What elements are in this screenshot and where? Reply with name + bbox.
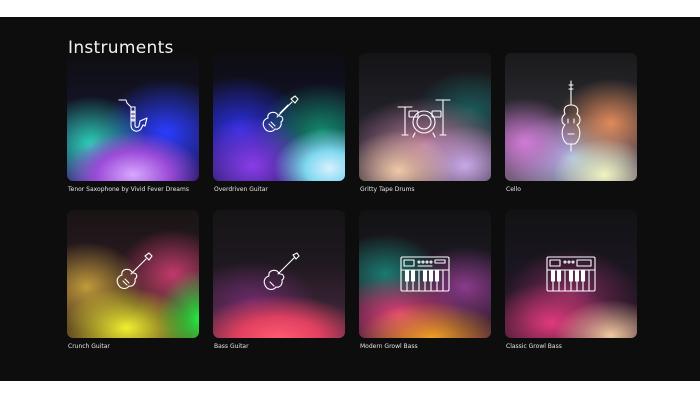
instrument-artwork <box>67 53 199 181</box>
synthesizer-icon <box>546 256 596 292</box>
instrument-card-bass-guitar[interactable]: Bass Guitar <box>213 210 345 350</box>
instrument-card-modern-growl-bass[interactable]: Modern Growl Bass <box>359 210 491 350</box>
saxophone-icon <box>118 99 148 132</box>
instrument-label: Cello <box>506 186 521 193</box>
instruments-panel: Instruments Tenor Saxophone by Vivid Fev… <box>0 17 700 381</box>
instrument-card-cello[interactable]: Cello <box>505 53 637 193</box>
electric-guitar-icon <box>116 252 153 289</box>
instrument-label: Tenor Saxophone by Vivid Fever Dreams <box>68 186 189 193</box>
drum-kit-icon <box>397 99 451 138</box>
instrument-artwork <box>213 53 345 181</box>
instrument-card-tenor-saxophone[interactable]: Tenor Saxophone by Vivid Fever Dreams <box>67 53 199 193</box>
instrument-label: Bass Guitar <box>214 343 249 350</box>
instrument-label: Modern Growl Bass <box>360 343 418 350</box>
instrument-artwork <box>213 210 345 338</box>
instrument-label: Crunch Guitar <box>68 343 110 350</box>
instrument-card-classic-growl-bass[interactable]: Classic Growl Bass <box>505 210 637 350</box>
synthesizer-icon <box>400 256 450 292</box>
instrument-artwork <box>359 210 491 338</box>
instrument-label: Overdriven Guitar <box>214 186 268 193</box>
instrument-card-crunch-guitar[interactable]: Crunch Guitar <box>67 210 199 350</box>
electric-guitar-icon <box>262 95 299 132</box>
instrument-label: Classic Growl Bass <box>506 343 562 350</box>
instrument-artwork <box>359 53 491 181</box>
instrument-card-gritty-tape-drums[interactable]: Gritty Tape Drums <box>359 53 491 193</box>
instrument-label: Gritty Tape Drums <box>360 186 415 193</box>
instrument-artwork <box>505 210 637 338</box>
cello-icon <box>561 80 581 152</box>
instrument-artwork <box>505 53 637 181</box>
instrument-card-overdriven-guitar[interactable]: Overdriven Guitar <box>213 53 345 193</box>
bass-guitar-icon <box>263 252 300 290</box>
instrument-artwork <box>67 210 199 338</box>
